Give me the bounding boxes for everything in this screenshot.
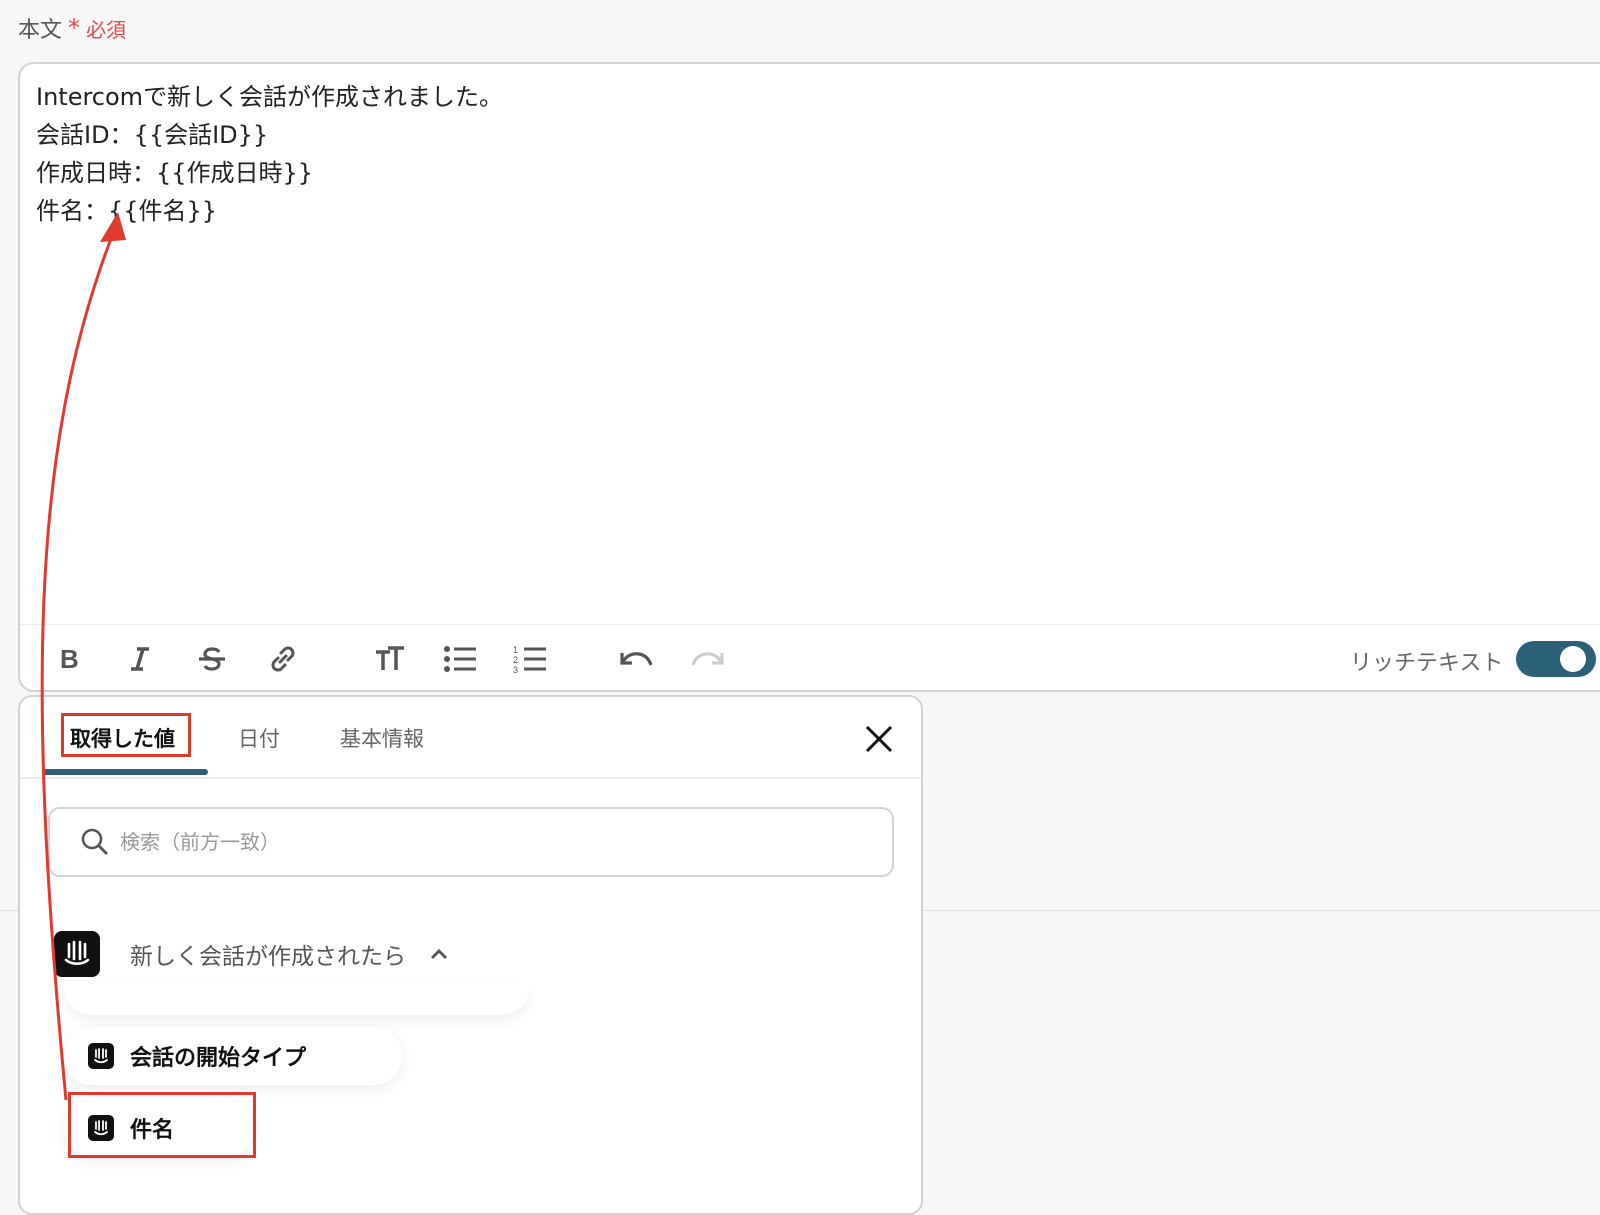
- panel-tabs: 取得した値 日付 基本情報: [20, 697, 921, 779]
- svg-text:2: 2: [513, 655, 518, 665]
- list-item-partial: [64, 985, 530, 1015]
- text-size-icon[interactable]: [370, 639, 410, 679]
- intercom-icon: [88, 1115, 114, 1141]
- numbered-list-icon[interactable]: 123: [510, 639, 550, 679]
- close-icon[interactable]: [861, 721, 897, 757]
- variable-picker-panel: 取得した値 日付 基本情報 新しく会話が作成されたら 会話の開始タイプ 件名: [18, 695, 923, 1215]
- svg-text:B: B: [60, 646, 79, 672]
- bold-icon[interactable]: B: [50, 639, 90, 679]
- trigger-group-label: 新しく会話が作成されたら: [130, 944, 406, 970]
- required-text: 必須: [86, 17, 127, 42]
- variable-item-conversation-start-type[interactable]: 会話の開始タイプ: [64, 1027, 402, 1085]
- active-tab-indicator: [42, 769, 208, 775]
- variable-item-label: 件名: [130, 1118, 175, 1143]
- rich-text-toggle[interactable]: [1516, 641, 1596, 677]
- field-label-text: 本文: [18, 18, 63, 43]
- editor-content[interactable]: Intercomで新しく会話が作成されました。 会話ID：{{会話ID}} 作成…: [36, 78, 1600, 230]
- svg-text:3: 3: [513, 665, 518, 674]
- strikethrough-icon[interactable]: [192, 639, 232, 679]
- intercom-icon: [54, 931, 100, 977]
- trigger-group-header[interactable]: 新しく会話が作成されたら: [54, 929, 450, 979]
- chevron-up-icon: [431, 949, 447, 959]
- required-star: *: [68, 14, 81, 42]
- svg-text:1: 1: [513, 645, 518, 655]
- undo-icon[interactable]: [616, 639, 656, 679]
- editor-toolbar: B 123 リッチテキスト: [20, 624, 1600, 693]
- redo-icon[interactable]: [688, 639, 728, 679]
- search-input[interactable]: [118, 829, 822, 855]
- search-icon: [81, 828, 108, 855]
- link-icon[interactable]: [263, 639, 303, 679]
- italic-icon[interactable]: [120, 639, 160, 679]
- body-editor[interactable]: Intercomで新しく会話が作成されました。 会話ID：{{会話ID}} 作成…: [18, 62, 1600, 692]
- search-field[interactable]: [48, 807, 894, 877]
- bullet-list-icon[interactable]: [440, 639, 480, 679]
- toggle-knob: [1560, 646, 1586, 672]
- intercom-icon: [88, 1043, 114, 1069]
- rich-text-label: リッチテキスト: [1350, 651, 1504, 676]
- tab-acquired-values[interactable]: 取得した値: [70, 723, 175, 753]
- variable-item-label: 会話の開始タイプ: [130, 1046, 307, 1071]
- tab-basic-info[interactable]: 基本情報: [340, 723, 424, 753]
- tab-date[interactable]: 日付: [238, 723, 280, 753]
- variable-item-subject[interactable]: 件名: [64, 1099, 254, 1157]
- field-label: 本文 * 必須: [18, 12, 126, 44]
